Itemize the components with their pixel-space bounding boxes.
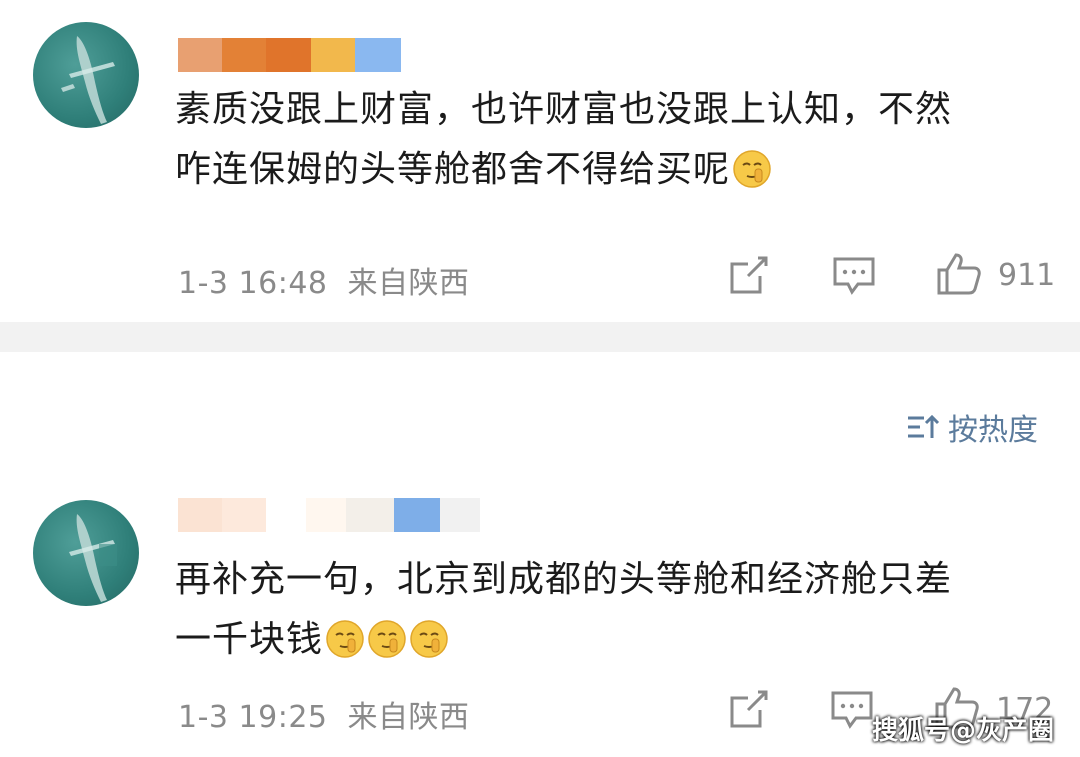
comment-text: 素质没跟上财富，也许财富也没跟上认知，不然 咋连保姆的头等舱都舍不得给买呢 — [175, 80, 1035, 200]
avatar[interactable] — [33, 500, 139, 606]
comment-text-line: 咋连保姆的头等舱都舍不得给买呢 — [175, 140, 1035, 200]
comment-location: 来自陕西 — [347, 266, 470, 301]
whale-image — [61, 36, 115, 124]
reply-button[interactable] — [832, 256, 876, 300]
shush-emoji-icon — [326, 620, 364, 658]
comment-text: 再补充一句，北京到成都的头等舱和经济舱只差 一千块钱 — [175, 550, 1035, 670]
sort-icon — [908, 414, 940, 438]
comment-meta: 1-3 19:25 来自陕西 — [178, 692, 470, 736]
comment-location: 来自陕西 — [347, 700, 470, 735]
comment-icon — [833, 257, 875, 295]
username-redacted[interactable] — [178, 498, 480, 532]
comment-text-line: 再补充一句，北京到成都的头等舱和经济舱只差 — [175, 559, 953, 600]
comment-time: 1-3 16:48 — [178, 266, 328, 301]
share-button[interactable] — [728, 254, 770, 300]
shush-emoji-icon — [410, 620, 448, 658]
username-redacted[interactable] — [178, 38, 401, 72]
reply-button[interactable] — [830, 690, 874, 734]
thumbs-up-icon — [937, 253, 981, 295]
avatar[interactable] — [33, 22, 139, 128]
comment-text-line: 一千块钱 — [175, 610, 1035, 670]
comment-icon — [831, 691, 873, 729]
share-button[interactable] — [728, 688, 770, 734]
whale-image — [69, 514, 117, 602]
shush-emoji-icon — [733, 150, 771, 188]
comment-item: 素质没跟上财富，也许财富也没跟上认知，不然 咋连保姆的头等舱都舍不得给买呢 1-… — [0, 0, 1080, 322]
comment-meta: 1-3 16:48 来自陕西 — [178, 258, 470, 302]
share-icon — [730, 256, 768, 294]
like-button[interactable] — [936, 252, 982, 300]
share-icon — [730, 690, 768, 728]
like-count: 911 — [998, 258, 1056, 293]
section-divider — [0, 322, 1080, 352]
shush-emoji-icon — [368, 620, 406, 658]
comment-time: 1-3 19:25 — [178, 700, 328, 735]
sort-toggle[interactable]: 按热度 — [906, 405, 1038, 449]
watermark: 搜狐号@灰产圈 — [871, 716, 1054, 746]
sort-label: 按热度 — [948, 413, 1038, 448]
comment-text-line: 素质没跟上财富，也许财富也没跟上认知，不然 — [175, 89, 953, 130]
